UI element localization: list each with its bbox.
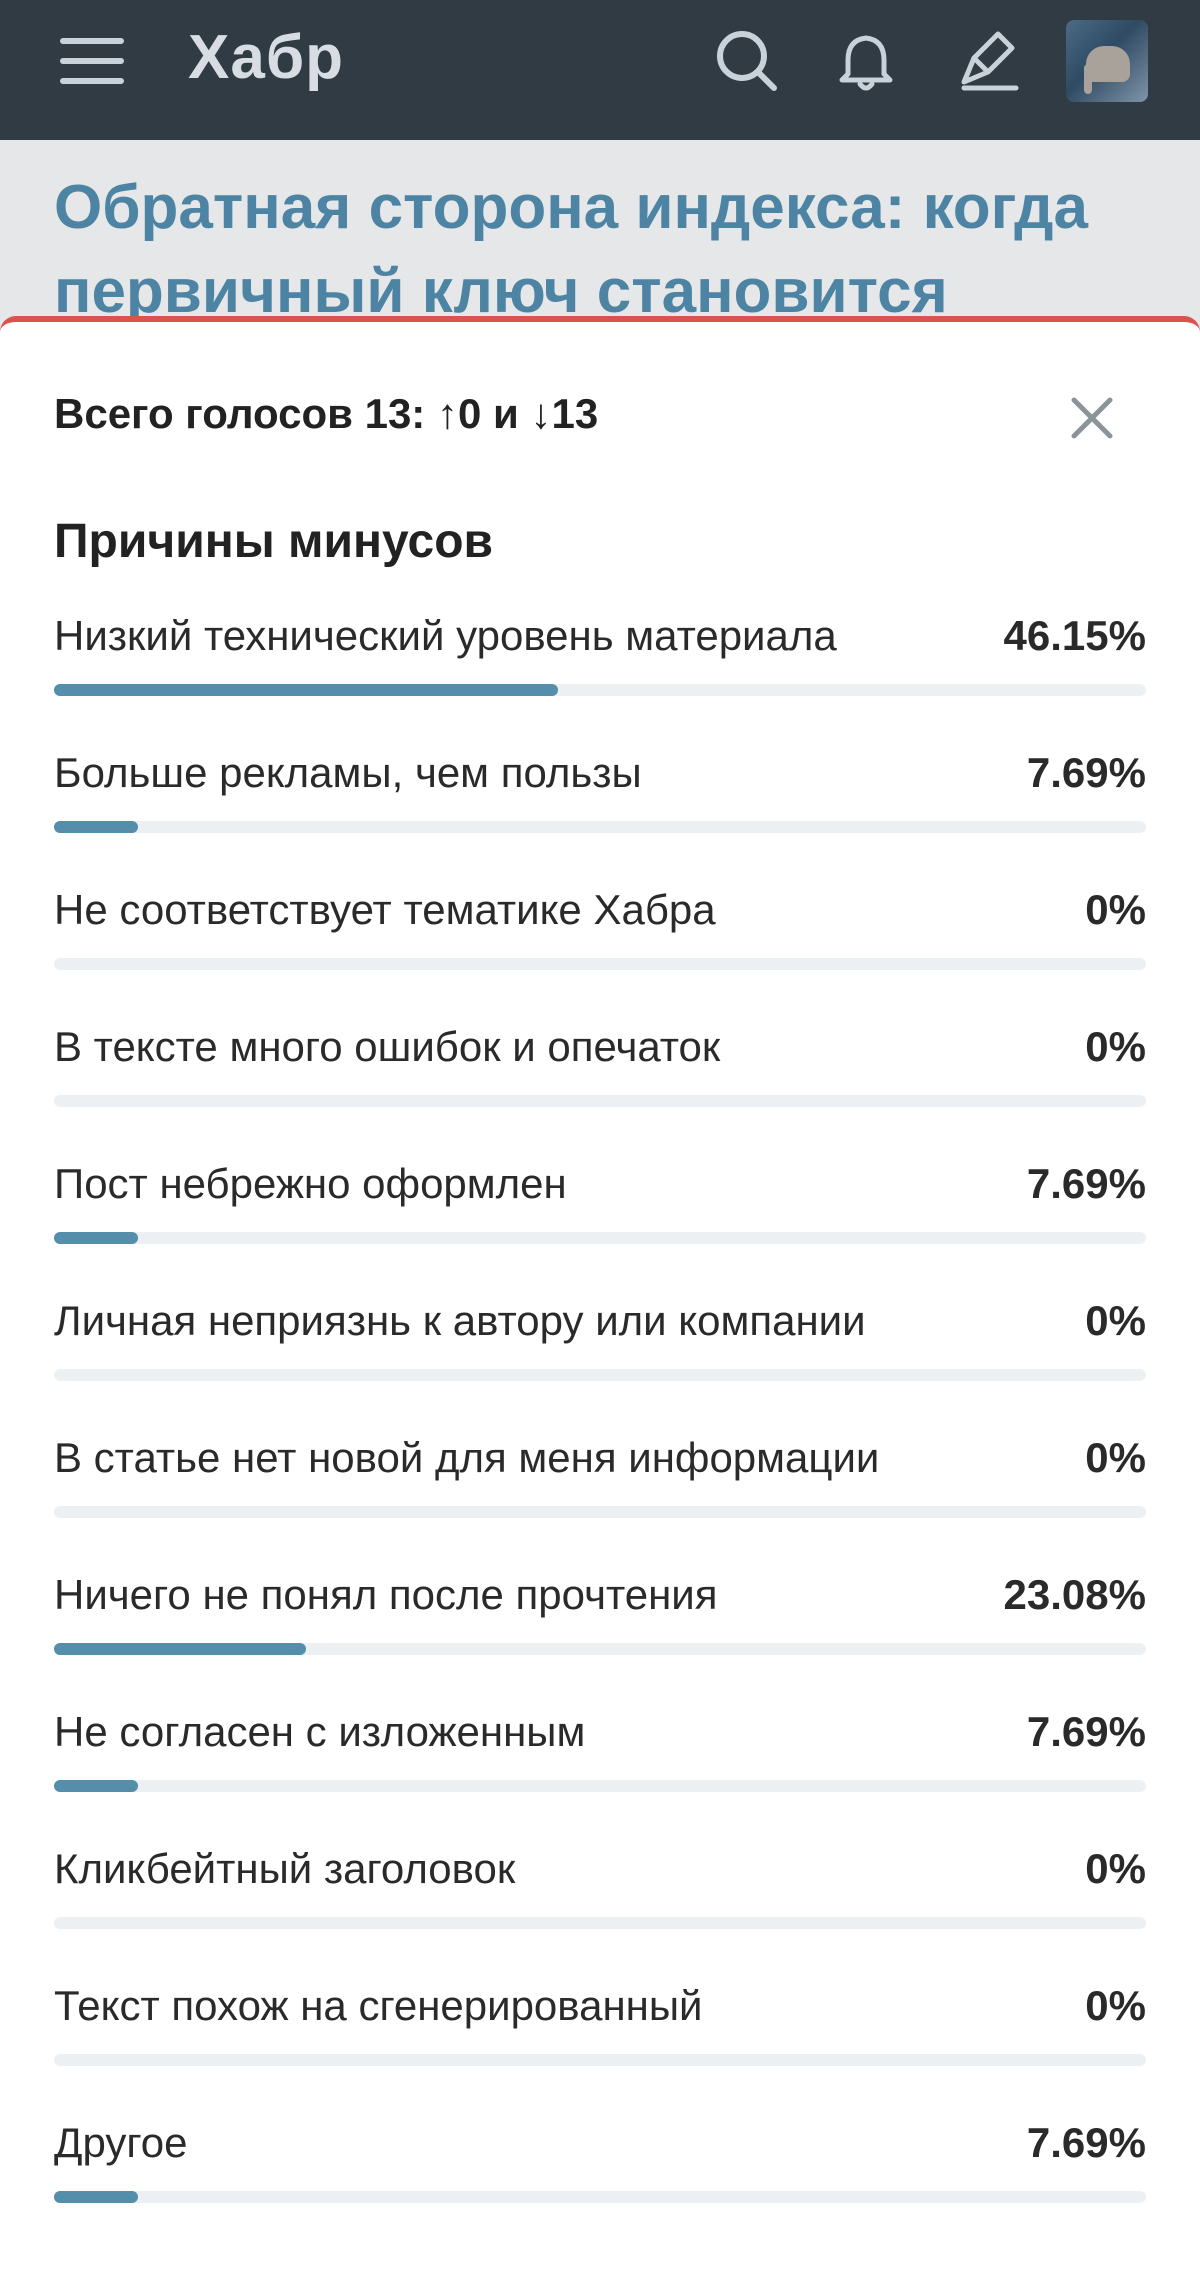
reason-label: Не соответствует тематике Хабра [54, 886, 716, 933]
reason-progress-fill [54, 1232, 138, 1244]
reason-row: Пост небрежно оформлен 7.69% [54, 1160, 1146, 1297]
user-avatar[interactable] [1066, 20, 1148, 102]
reason-progress-track [54, 1232, 1146, 1244]
reason-label: Не согласен с изложенным [54, 1708, 586, 1755]
reason-percent: 23.08% [1003, 1571, 1146, 1618]
reason-label: Пост небрежно оформлен [54, 1160, 567, 1207]
reason-row: Текст похож на сгенерированный 0% [54, 1982, 1146, 2119]
reason-progress-fill [54, 684, 558, 696]
reason-progress-fill [54, 2191, 138, 2203]
reason-progress-fill [54, 1780, 138, 1792]
reason-percent: 0% [1085, 1023, 1146, 1070]
reason-row: Больше рекламы, чем пользы 7.69% [54, 749, 1146, 886]
article-title[interactable]: Обратная сторона индекса: когда первичны… [54, 166, 1154, 334]
reason-percent: 7.69% [1026, 1708, 1146, 1755]
article-header: Обратная сторона индекса: когда первичны… [0, 140, 1200, 340]
reason-progress-track [54, 821, 1146, 833]
reason-progress-track [54, 1369, 1146, 1381]
reason-percent: 7.69% [1026, 749, 1146, 796]
reasons-title: Причины минусов [54, 515, 494, 568]
reason-label: В тексте много ошибок и опечаток [54, 1023, 721, 1070]
bell-icon[interactable] [830, 24, 902, 96]
reason-percent: 46.15% [1003, 612, 1146, 659]
reason-progress-track [54, 684, 1146, 696]
reason-row: Не согласен с изложенным 7.69% [54, 1708, 1146, 1845]
reason-label: Личная неприязнь к автору или компании [54, 1297, 866, 1344]
reason-percent: 0% [1085, 1982, 1146, 2029]
reason-row: Кликбейтный заголовок 0% [54, 1845, 1146, 1982]
reason-progress-track [54, 1095, 1146, 1107]
reason-label: Другое [54, 2119, 188, 2166]
reason-row: В статье нет новой для меня информации 0% [54, 1434, 1146, 1571]
site-logo[interactable]: Хабр [188, 22, 344, 93]
reason-progress-fill [54, 1643, 307, 1655]
reason-row: В тексте много ошибок и опечаток 0% [54, 1023, 1146, 1160]
reason-progress-track [54, 1780, 1146, 1792]
reason-row: Ничего не понял после прочтения 23.08% [54, 1571, 1146, 1708]
reason-percent: 0% [1085, 1845, 1146, 1892]
reason-percent: 0% [1085, 886, 1146, 933]
reason-progress-track [54, 1506, 1146, 1518]
reason-label: Текст похож на сгенерированный [54, 1982, 703, 2029]
reason-label: Низкий технический уровень материала [54, 612, 837, 659]
menu-icon[interactable] [60, 38, 124, 84]
reason-row: Другое 7.69% [54, 2119, 1146, 2256]
reason-percent: 7.69% [1026, 1160, 1146, 1207]
search-icon[interactable] [710, 24, 782, 96]
reason-row: Личная неприязнь к автору или компании 0% [54, 1297, 1146, 1434]
votes-summary: Всего голосов 13: ↑0 и ↓13 [54, 390, 599, 437]
reason-percent: 0% [1085, 1434, 1146, 1481]
reason-label: В статье нет новой для меня информации [54, 1434, 880, 1481]
reason-label: Кликбейтный заголовок [54, 1845, 516, 1892]
top-navigation-bar: Хабр [0, 0, 1200, 140]
reason-progress-track [54, 1643, 1146, 1655]
reason-progress-track [54, 1917, 1146, 1929]
reason-row: Не соответствует тематике Хабра 0% [54, 886, 1146, 1023]
close-icon[interactable] [1064, 390, 1120, 446]
pen-icon[interactable] [950, 24, 1022, 96]
reason-progress-track [54, 2191, 1146, 2203]
reason-progress-track [54, 2054, 1146, 2066]
reason-row: Низкий технический уровень материала 46.1… [54, 612, 1146, 749]
reason-percent: 7.69% [1026, 2119, 1146, 2166]
reason-label: Больше рекламы, чем пользы [54, 749, 642, 796]
reasons-list: Низкий технический уровень материала 46.1… [54, 612, 1146, 2256]
reason-progress-fill [54, 821, 138, 833]
reason-label: Ничего не понял после прочтения [54, 1571, 718, 1618]
reason-percent: 0% [1085, 1297, 1146, 1344]
reason-progress-track [54, 958, 1146, 970]
votes-bottom-sheet: Всего голосов 13: ↑0 и ↓13 Причины минус… [0, 316, 1200, 2286]
